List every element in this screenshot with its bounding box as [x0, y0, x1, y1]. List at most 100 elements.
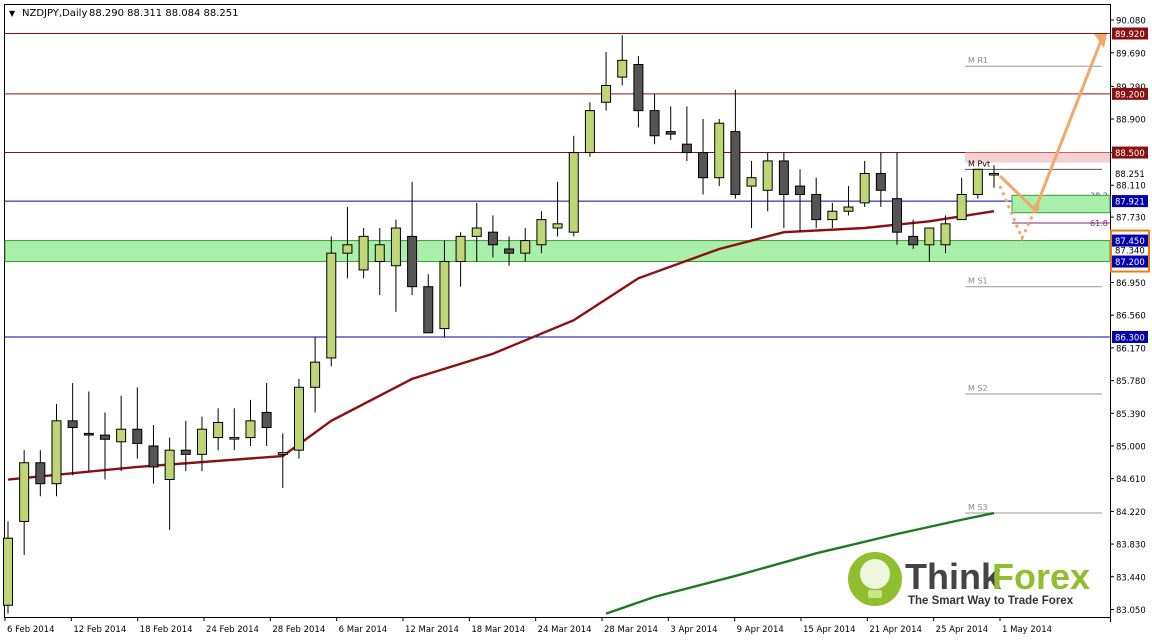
time-tick-label: 28 Feb 2014 — [272, 625, 325, 635]
candle-body — [390, 227, 401, 267]
price-tick-label: 86.560 — [1116, 312, 1146, 322]
thinkforex-logo: Think Forex The Smart Way to Trade Forex — [848, 552, 1090, 607]
candle-body — [487, 231, 498, 246]
logo-bulb-glass — [860, 559, 890, 589]
pivot-label: M S3 — [968, 503, 988, 512]
time-tick-label: 12 Mar 2014 — [405, 625, 459, 635]
candle-body — [455, 235, 466, 263]
candle-body — [892, 198, 903, 233]
price-tick-label: 85.780 — [1116, 377, 1146, 387]
candle-body — [407, 235, 418, 288]
candle-body — [536, 219, 547, 246]
candle-body — [665, 131, 676, 135]
candle — [714, 119, 725, 187]
candle-body — [148, 445, 159, 468]
time-tick-label: 9 Apr 2014 — [737, 625, 784, 635]
candle-body — [924, 227, 935, 246]
price-tick-label: 88.110 — [1116, 182, 1146, 192]
candle — [972, 168, 983, 199]
ohlc-values: 88.290 88.311 88.084 88.251 — [89, 8, 239, 19]
time-tick-label: 3 Apr 2014 — [670, 625, 717, 635]
price-tag-label: 87.921 — [1115, 198, 1145, 208]
logo-bulb-base — [868, 590, 882, 598]
price-axis: 90.08089.69089.29088.90088.50088.11087.7… — [1110, 17, 1146, 616]
time-tick-label: 28 Mar 2014 — [604, 625, 658, 635]
pivot-label: M Pvt — [968, 159, 990, 168]
candle-body — [649, 110, 660, 137]
price-tag-label: 88.500 — [1115, 149, 1145, 159]
candle-body — [520, 240, 531, 254]
pivot-point-icon — [1032, 204, 1040, 212]
candle-body — [552, 223, 563, 229]
candle-body — [293, 386, 304, 451]
candle-body — [778, 160, 789, 195]
candle-body — [471, 227, 482, 237]
price-tick-label: 88.900 — [1116, 116, 1146, 126]
price-tag-label: 88.251 — [1115, 170, 1145, 180]
price-tick-label: 83.440 — [1116, 573, 1146, 583]
collapse-arrow-icon[interactable]: ▼ — [9, 9, 16, 18]
logo-name-think: Think — [905, 556, 1002, 597]
logo-tagline: The Smart Way to Trade Forex — [908, 595, 1074, 607]
candle-body — [180, 449, 191, 455]
candle-body — [843, 206, 854, 212]
candle-body — [326, 252, 337, 359]
chart-symbol: NZDJPY,Daily — [22, 8, 87, 19]
time-tick-label: 18 Mar 2014 — [471, 625, 525, 635]
candle-body — [811, 193, 822, 221]
price-chart[interactable]: 38.250.061.8 M R1M PvtM S1M S2M S3 90.08… — [0, 0, 1152, 638]
candle-body — [875, 173, 886, 191]
candle-body — [116, 428, 127, 443]
candle-body — [698, 152, 709, 179]
candle-body — [633, 64, 644, 112]
candle-body — [310, 361, 321, 388]
candle-body — [164, 449, 175, 481]
price-tag-label: 86.300 — [1115, 333, 1145, 343]
price-tag-label: 87.200 — [1115, 258, 1145, 268]
candle-body — [795, 185, 806, 195]
candle-body — [358, 235, 369, 271]
time-tick-label: 21 Apr 2014 — [869, 625, 922, 635]
candle-body — [601, 84, 612, 103]
price-tick-label: 84.610 — [1116, 475, 1146, 485]
price-tag-label: 89.920 — [1115, 30, 1145, 40]
time-tick-label: 25 Apr 2014 — [936, 625, 989, 635]
time-tick-label: 24 Mar 2014 — [538, 625, 592, 635]
candle-body — [714, 122, 725, 179]
candle-body — [342, 244, 353, 254]
candle-body — [504, 248, 515, 254]
candle-body — [972, 168, 983, 195]
price-tag: 87.200 — [1112, 255, 1148, 268]
price-tick-label: 87.730 — [1116, 214, 1146, 224]
price-tag: 88.251 — [1112, 167, 1148, 180]
price-tick-label: 85.390 — [1116, 410, 1146, 420]
time-tick-label: 12 Feb 2014 — [73, 625, 126, 635]
candle-body — [730, 131, 741, 195]
candle-body — [19, 462, 30, 522]
pivot-label: M S1 — [968, 277, 988, 286]
candle-body — [956, 193, 967, 221]
time-axis: 6 Feb 2014 12 Feb 2014 18 Feb 2014 24 Feb 2… — [4, 617, 1052, 635]
price-tick-label: 85.000 — [1116, 442, 1146, 452]
time-tick-label: 18 Feb 2014 — [140, 625, 193, 635]
chart-window: 38.250.061.8 M R1M PvtM S1M S2M S3 90.08… — [0, 0, 1152, 638]
candle — [326, 236, 337, 367]
price-tag: 88.500 — [1112, 146, 1148, 159]
candle-body — [261, 411, 272, 429]
candle-body — [132, 428, 143, 444]
time-tick-label: 6 Feb 2014 — [7, 625, 55, 635]
logo-name-forex: Forex — [992, 556, 1090, 597]
candle-body — [859, 173, 870, 204]
candle-body — [908, 235, 919, 246]
price-tag: 86.300 — [1112, 330, 1148, 343]
candle-body — [940, 223, 951, 246]
price-tick-label: 83.830 — [1116, 541, 1146, 551]
candle-body — [423, 286, 434, 334]
candle-body — [827, 210, 838, 221]
candle — [293, 378, 304, 459]
price-tag: 89.920 — [1112, 27, 1148, 40]
price-tag-label: 87.340 — [1115, 246, 1145, 256]
candle-body — [196, 428, 207, 455]
price-tag-label: 89.200 — [1115, 90, 1145, 100]
candle-body — [568, 152, 579, 233]
